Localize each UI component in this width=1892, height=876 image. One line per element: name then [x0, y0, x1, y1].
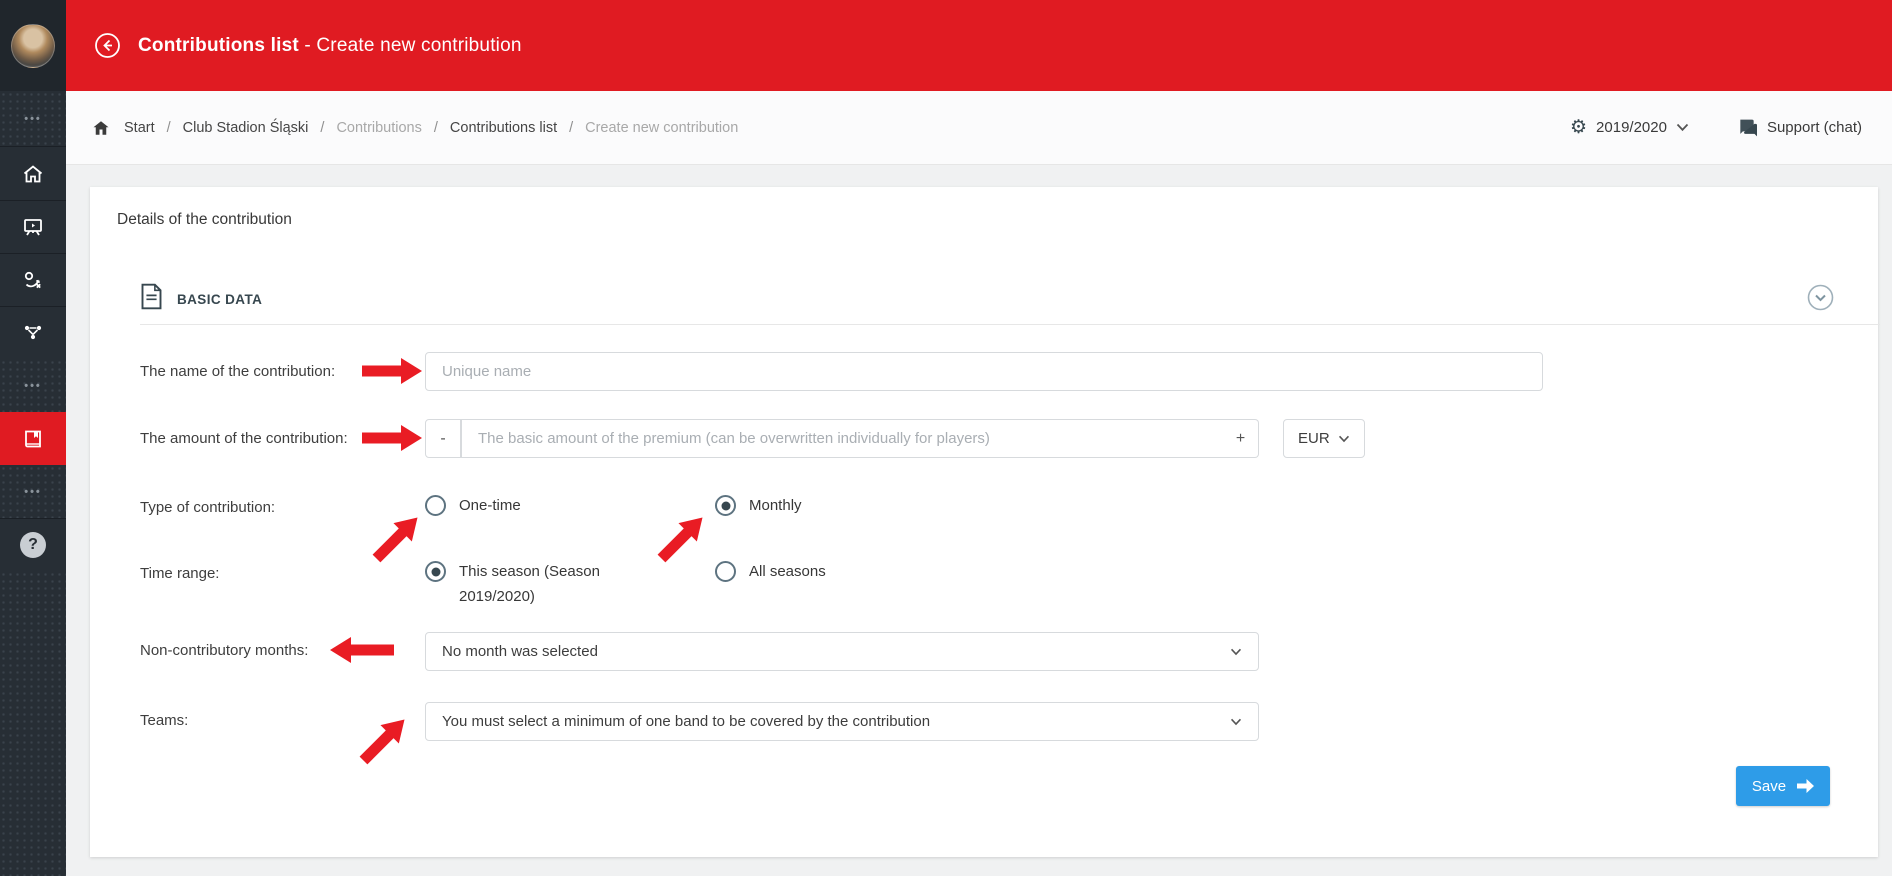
support-chat-link[interactable]: Support (chat)	[1737, 118, 1862, 138]
presentation-board-icon	[21, 215, 45, 239]
name-field-label: The name of the contribution:	[140, 363, 335, 380]
breadcrumb-separator: /	[569, 120, 573, 136]
save-button[interactable]: Save	[1736, 766, 1830, 806]
contributions-book-icon	[21, 427, 45, 451]
save-button-label: Save	[1752, 778, 1786, 795]
radio-circle-icon	[425, 561, 446, 582]
page-header: Contributions list - Create new contribu…	[66, 0, 1892, 91]
radio-this-season-label: This season (Season 2019/2020)	[459, 560, 611, 610]
help-question-icon: ?	[20, 532, 46, 558]
radio-all-seasons-label: All seasons	[749, 560, 826, 585]
type-field-label: Type of contribution:	[140, 499, 275, 516]
teams-select-value: You must select a minimum of one band to…	[442, 713, 930, 730]
breadcrumb-item-contributions-list[interactable]: Contributions list	[450, 120, 557, 136]
tactics-strategy-icon	[21, 268, 45, 292]
months-select-value: No month was selected	[442, 643, 598, 660]
radio-all-seasons[interactable]: All seasons	[715, 562, 826, 585]
sidebar-item-more-middle[interactable]: •••	[0, 359, 66, 412]
more-ellipsis-icon: •••	[24, 113, 42, 125]
breadcrumb-home-icon[interactable]	[92, 119, 110, 137]
teams-field-label: Teams:	[140, 712, 188, 729]
breadcrumb-item-contributions: Contributions	[336, 120, 421, 136]
radio-circle-icon	[715, 561, 736, 582]
amount-stepper: - +	[425, 419, 1259, 458]
section-divider	[140, 324, 1880, 325]
radio-monthly[interactable]: Monthly	[715, 496, 802, 519]
season-selector[interactable]: ⚙ 2019/2020	[1570, 118, 1689, 137]
annotation-arrow-right-name	[362, 358, 422, 384]
details-card: Details of the contribution BASIC DATA T…	[90, 187, 1878, 857]
amount-field-label: The amount of the contribution:	[140, 430, 348, 447]
breadcrumb-item-start[interactable]: Start	[124, 120, 155, 136]
time-range-field-label: Time range:	[140, 565, 219, 582]
chevron-down-icon	[1230, 718, 1242, 726]
arrow-right-icon	[1797, 779, 1814, 793]
sidebar-item-more-top[interactable]: •••	[0, 91, 66, 146]
breadcrumb-bar: Start / Club Stadion Śląski / Contributi…	[66, 91, 1892, 165]
sidebar-item-home[interactable]	[0, 146, 66, 200]
sidebar-item-trainings[interactable]	[0, 200, 66, 253]
teams-select[interactable]: You must select a minimum of one band to…	[425, 702, 1259, 741]
gear-icon: ⚙	[1570, 118, 1587, 137]
currency-select[interactable]: EUR	[1283, 419, 1365, 458]
breadcrumb-separator: /	[320, 120, 324, 136]
sidebar-item-tactics[interactable]	[0, 253, 66, 306]
annotation-arrow-left-months	[330, 637, 394, 663]
radio-circle-icon	[425, 495, 446, 516]
user-avatar[interactable]	[11, 24, 55, 68]
section-title: BASIC DATA	[177, 292, 262, 307]
more-ellipsis-icon: •••	[24, 486, 42, 498]
radio-one-time[interactable]: One-time	[425, 496, 521, 519]
sidebar-item-contributions-active[interactable]	[0, 412, 66, 465]
page-title-secondary: - Create new contribution	[304, 35, 521, 56]
document-icon	[140, 283, 163, 315]
page-title-primary: Contributions list	[138, 35, 299, 56]
contribution-name-input[interactable]	[425, 352, 1543, 391]
months-field-label: Non-contributory months:	[140, 642, 308, 659]
radio-one-time-label: One-time	[459, 494, 521, 519]
annotation-arrow-right-amount	[362, 425, 422, 451]
contribution-amount-input[interactable]	[461, 419, 1223, 458]
section-collapse-button[interactable]	[1807, 284, 1834, 316]
breadcrumb-item-create-new: Create new contribution	[585, 120, 738, 136]
annotation-arrow-one-time	[367, 508, 426, 567]
annotation-arrow-teams	[354, 710, 413, 769]
breadcrumb-separator: /	[167, 120, 171, 136]
sidebar: •••	[0, 0, 66, 876]
card-title: Details of the contribution	[117, 211, 292, 229]
breadcrumb: Start / Club Stadion Śląski / Contributi…	[92, 119, 738, 137]
breadcrumb-item-club[interactable]: Club Stadion Śląski	[183, 120, 309, 136]
chat-forum-icon	[1737, 118, 1757, 138]
back-button[interactable]	[94, 32, 121, 59]
home-icon	[21, 162, 45, 186]
page-title: Contributions list - Create new contribu…	[138, 35, 522, 57]
radio-this-season[interactable]: This season (Season 2019/2020)	[425, 562, 611, 610]
chevron-down-icon	[1338, 435, 1350, 443]
basic-data-section-header: BASIC DATA	[140, 283, 262, 315]
amount-decrement-button[interactable]: -	[425, 419, 461, 458]
sidebar-item-more-bottom[interactable]: •••	[0, 465, 66, 518]
annotation-arrow-monthly	[652, 508, 711, 567]
support-label: Support (chat)	[1767, 119, 1862, 136]
season-value: 2019/2020	[1596, 119, 1667, 136]
breadcrumb-separator: /	[434, 120, 438, 136]
breadcrumb-bar-right: ⚙ 2019/2020 Support (chat)	[1570, 118, 1862, 138]
more-ellipsis-icon: •••	[24, 380, 42, 392]
sidebar-item-help[interactable]: ?	[0, 518, 66, 571]
chevron-down-icon	[1676, 123, 1689, 132]
months-select[interactable]: No month was selected	[425, 632, 1259, 671]
amount-increment-button[interactable]: +	[1223, 419, 1259, 458]
app-root: •••	[0, 0, 1892, 876]
currency-value: EUR	[1298, 430, 1330, 447]
radio-circle-icon	[715, 495, 736, 516]
chevron-down-icon	[1230, 648, 1242, 656]
sidebar-item-teams[interactable]	[0, 306, 66, 359]
radio-monthly-label: Monthly	[749, 494, 802, 519]
sidebar-filler	[0, 571, 66, 876]
sidebar-avatar-block	[0, 0, 66, 91]
team-hierarchy-icon	[21, 321, 45, 345]
